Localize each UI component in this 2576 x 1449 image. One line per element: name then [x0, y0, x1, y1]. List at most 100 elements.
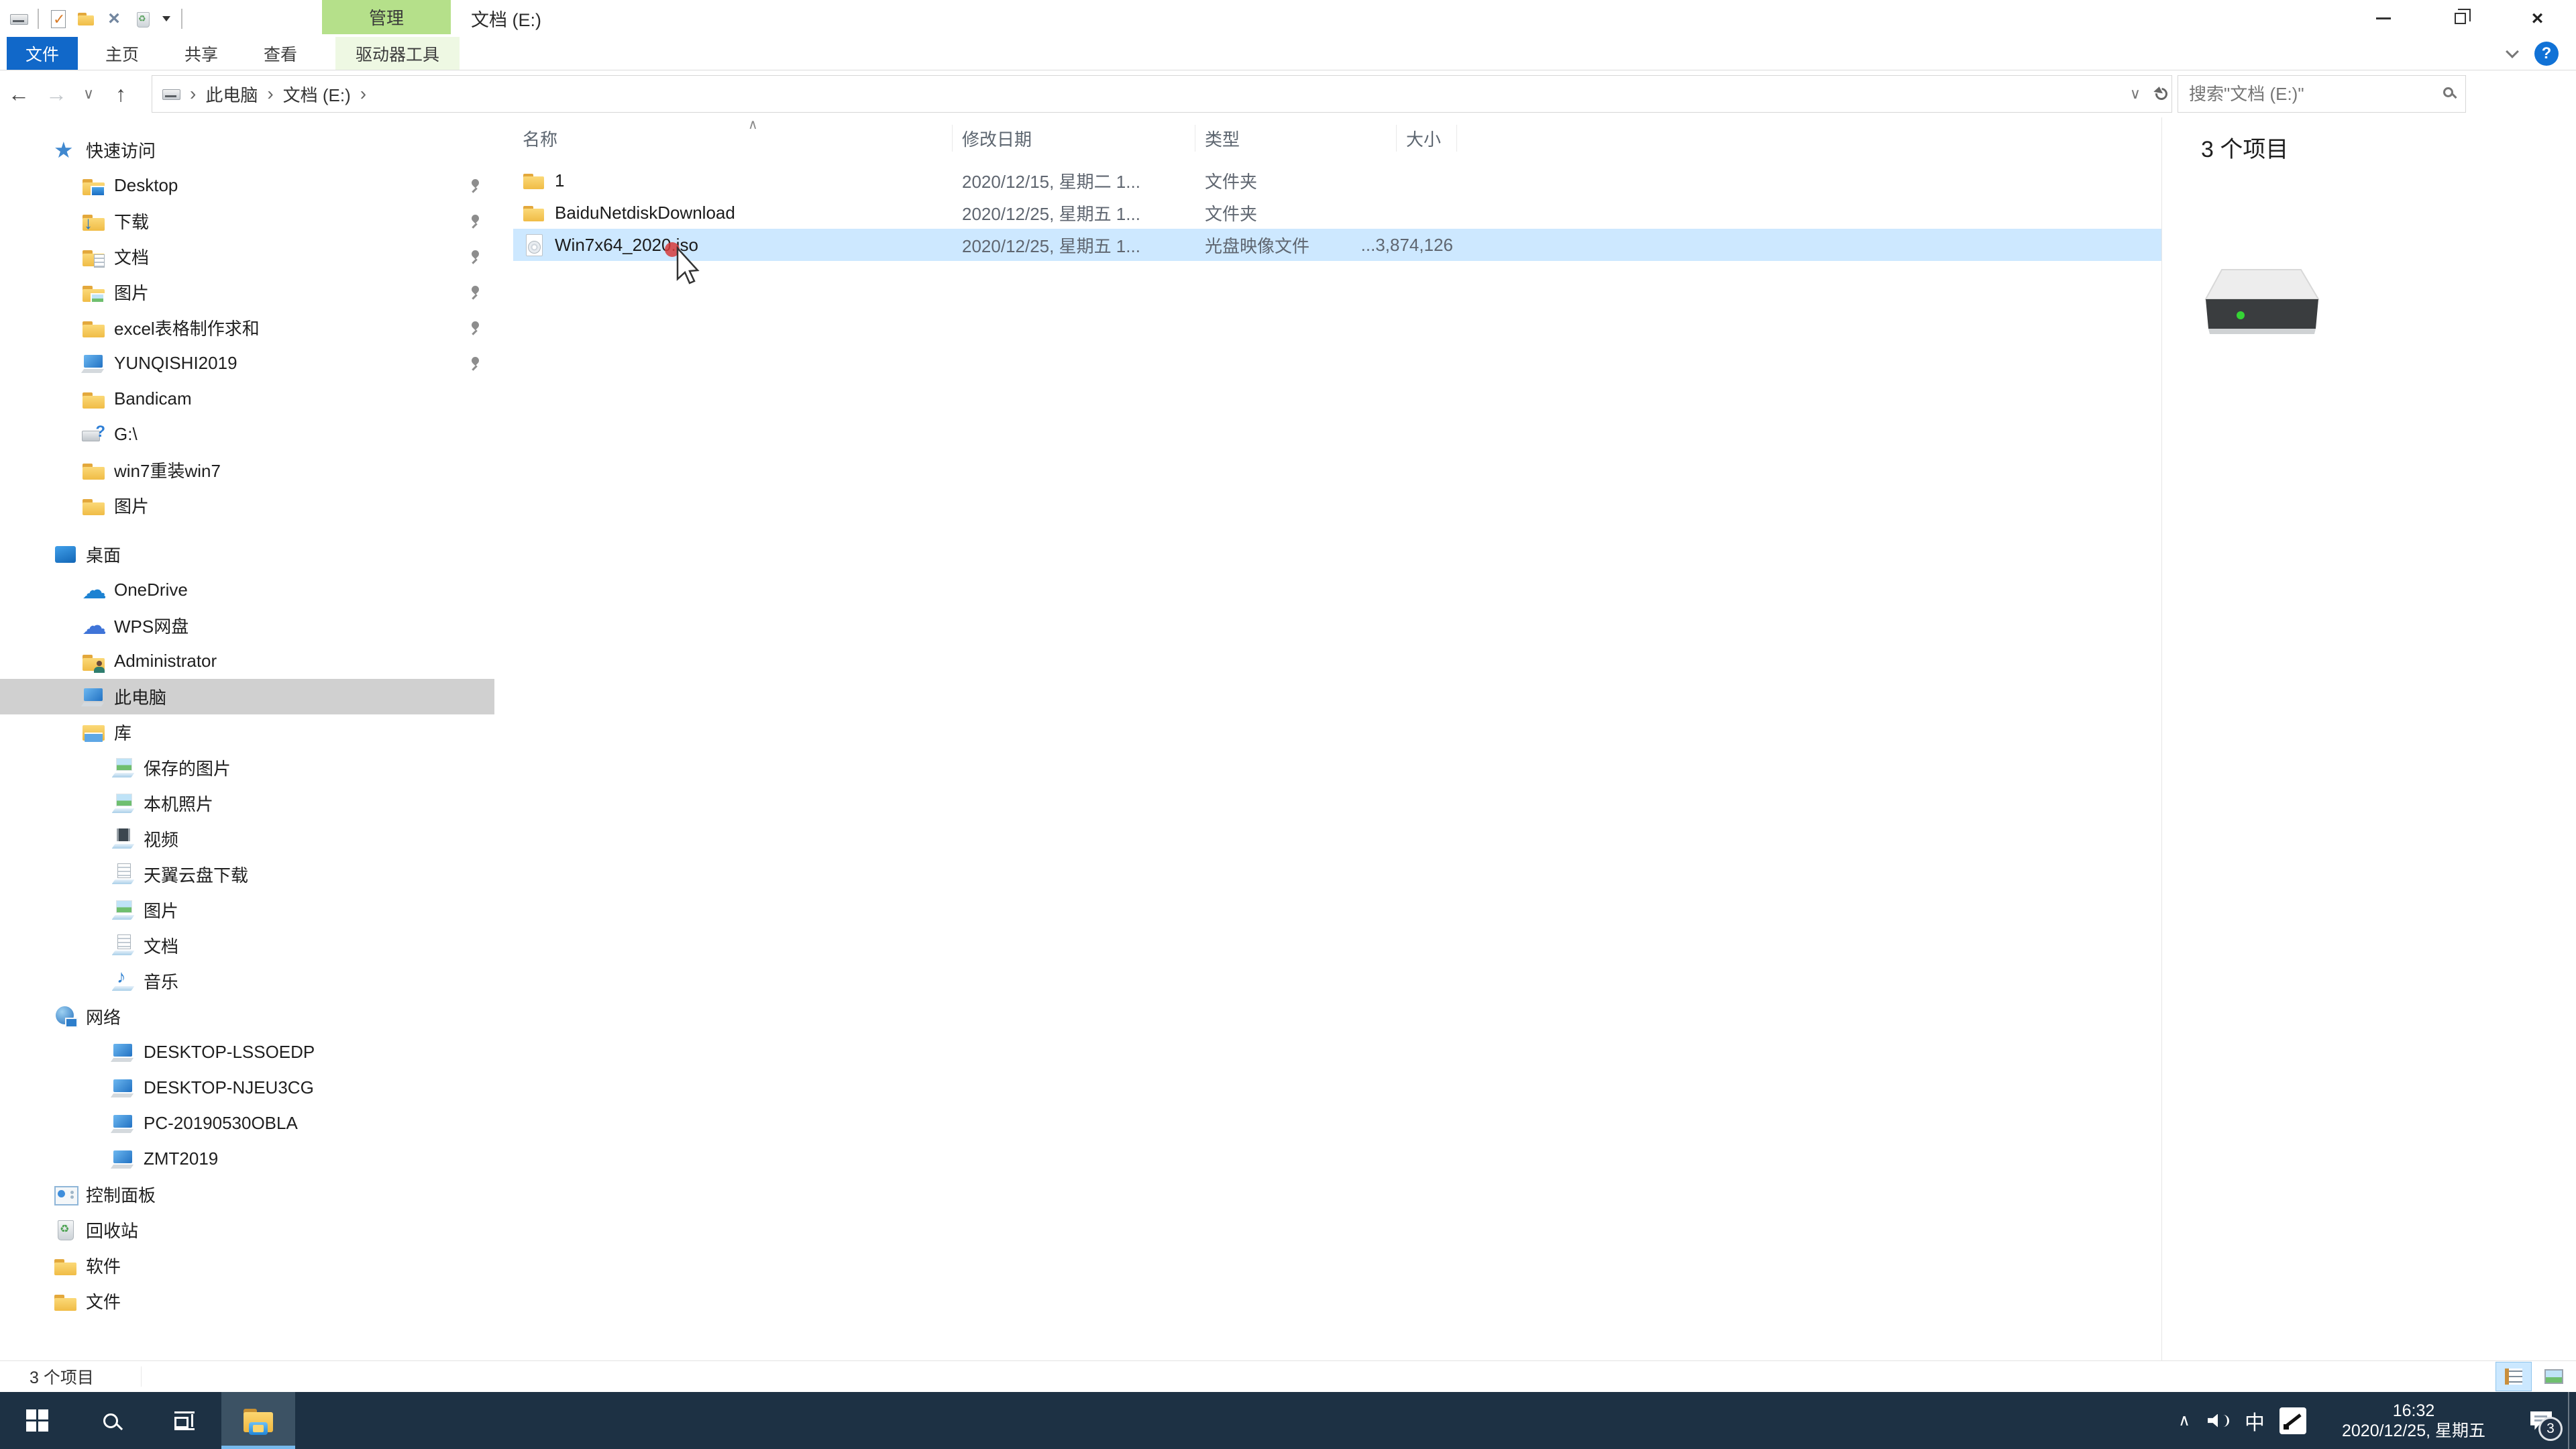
column-header-名称[interactable]: 名称 [513, 125, 953, 152]
table-row-BaiduNetdiskDownload[interactable]: BaiduNetdiskDownload 2020/12/25, 星期五 1...… [513, 197, 2161, 229]
sidebar-item-保存的图片[interactable]: 保存的图片 [0, 750, 494, 786]
breadcrumb: › 此电脑 › 文档 (E:) › [180, 82, 376, 107]
checkmark-document-icon[interactable] [48, 9, 67, 28]
sidebar-item-文件[interactable]: 文件 [0, 1283, 494, 1319]
file-name: 1 [555, 170, 565, 191]
details-view-button[interactable] [2496, 1362, 2532, 1391]
column-header-修改日期[interactable]: 修改日期 [953, 125, 1195, 152]
sidebar-item-win7重装win7[interactable]: win7重装win7 [0, 452, 494, 488]
sidebar-item-OneDrive[interactable]: OneDrive [0, 572, 494, 608]
sidebar-item-PC-20190530OBLA[interactable]: PC-20190530OBLA [0, 1106, 494, 1141]
sidebar-item-文档[interactable]: 文档 [0, 239, 494, 274]
new-folder-icon[interactable] [76, 9, 95, 28]
clock-date: 2020/12/25, 星期五 [2341, 1421, 2485, 1440]
delete-icon[interactable]: × [105, 7, 123, 30]
clock[interactable]: 16:32 2020/12/25, 星期五 [2313, 1392, 2514, 1449]
address-dropdown-icon[interactable]: ∨ [2130, 85, 2141, 103]
task-view-button[interactable] [148, 1392, 221, 1449]
sidebar-item-回收站[interactable]: 回收站 [0, 1212, 494, 1248]
table-row-Win7x64_2020.iso[interactable]: Win7x64_2020.iso 2020/12/25, 星期五 1... 光盘映像… [513, 229, 2161, 261]
sidebar-item-DESKTOP-LSSOEDP[interactable]: DESKTOP-LSSOEDP [0, 1034, 494, 1070]
sidebar-item-图片[interactable]: 图片 [0, 274, 494, 310]
window-title: 文档 (E:) [471, 10, 541, 30]
hidden-icons-button[interactable]: ∧ [2168, 1392, 2200, 1449]
folder-icon [82, 387, 106, 411]
tab-drive-tools[interactable]: 驱动器工具 [335, 37, 460, 70]
tab-查看[interactable]: 查看 [246, 37, 315, 70]
ime-language-indicator[interactable]: 中 [2237, 1392, 2273, 1449]
sidebar-item-YUNQISHI2019[interactable]: YUNQISHI2019 [0, 345, 494, 381]
sidebar-item-DESKTOP-NJEU3CG[interactable]: DESKTOP-NJEU3CG [0, 1070, 494, 1106]
desktop-icon [54, 543, 78, 567]
breadcrumb-item-此电脑[interactable]: 此电脑 [205, 82, 258, 107]
table-row-1[interactable]: 1 2020/12/15, 星期二 1... 文件夹 [513, 164, 2161, 197]
sidebar-item-label: 此电脑 [114, 688, 167, 708]
folder-desktop-overlay-icon [91, 185, 105, 197]
address-bar[interactable]: › 此电脑 › 文档 (E:) › ∨ [152, 75, 2172, 113]
sidebar-item-此电脑[interactable]: 此电脑 [0, 679, 494, 714]
sidebar-item-图片[interactable]: 图片 [0, 892, 494, 928]
sidebar-item-控制面板[interactable]: 控制面板 [0, 1177, 494, 1212]
file-date-cell: 2020/12/25, 星期五 1... [962, 235, 1140, 256]
tab-共享[interactable]: 共享 [166, 37, 236, 70]
search-icon[interactable] [2443, 87, 2453, 97]
lib-pic-icon [111, 898, 136, 922]
column-header-大小[interactable]: 大小 [1397, 125, 1457, 152]
sidebar-item-ZMT2019[interactable]: ZMT2019 [0, 1141, 494, 1177]
sidebar-item-G:\[interactable]: G:\ [0, 417, 494, 452]
sidebar-item-图片[interactable]: 图片 [0, 488, 494, 523]
taskbar-file-explorer-button[interactable] [221, 1392, 295, 1449]
folder-download-icon: ↓ [82, 209, 106, 233]
tab-file[interactable]: 文件 [7, 37, 78, 70]
sidebar-item-天翼云盘下载[interactable]: 天翼云盘下载 [0, 857, 494, 892]
recent-locations-icon[interactable]: ∨ [75, 85, 102, 103]
task-view-icon [174, 1411, 195, 1430]
sidebar-item-label: 本机照片 [144, 794, 214, 814]
volume-button[interactable] [2200, 1392, 2237, 1449]
recycle-bin-icon[interactable] [133, 9, 152, 28]
action-center-button[interactable]: 3 [2514, 1392, 2568, 1449]
thumbnail-view-button[interactable] [2536, 1362, 2572, 1391]
sidebar-item-本机照片[interactable]: 本机照片 [0, 786, 494, 821]
contextual-tab-manage[interactable]: 管理 [322, 0, 451, 34]
sidebar-item-下载[interactable]: ↓ 下载 [0, 203, 494, 239]
sidebar-item-库[interactable]: 库 [0, 714, 494, 750]
sidebar-item-excel表格制作求和[interactable]: excel表格制作求和 [0, 310, 494, 345]
pc-icon [82, 685, 106, 709]
collapse-ribbon-icon[interactable] [2506, 45, 2519, 58]
back-button[interactable]: ← [0, 82, 38, 107]
start-button[interactable] [0, 1392, 74, 1449]
ime-tool-button[interactable] [2273, 1392, 2313, 1449]
sidebar-item-音乐[interactable]: 音乐 [0, 963, 494, 999]
dropdown-icon[interactable] [161, 9, 172, 28]
refresh-icon[interactable] [2153, 85, 2170, 103]
tab-主页[interactable]: 主页 [87, 37, 157, 70]
help-icon[interactable]: ? [2534, 42, 2559, 66]
taskbar-search-button[interactable] [74, 1392, 148, 1449]
drive-icon[interactable] [9, 9, 28, 28]
sidebar-item-桌面[interactable]: 桌面 [0, 537, 494, 572]
pc-icon [111, 1147, 136, 1171]
forward-button[interactable]: → [38, 82, 75, 107]
sidebar-item-WPS网盘[interactable]: WPS网盘 [0, 608, 494, 643]
close-button[interactable]: × [2499, 0, 2576, 37]
sidebar-item-网络[interactable]: 网络 [0, 999, 494, 1034]
file-name-cell: 1 [513, 169, 953, 192]
show-desktop-button[interactable] [2568, 1392, 2576, 1449]
sidebar-item-快速访问[interactable]: 快速访问 [0, 132, 494, 168]
search-box[interactable] [2178, 75, 2466, 113]
sidebar-item-Bandicam[interactable]: Bandicam [0, 381, 494, 417]
sidebar-item-label: 视频 [144, 830, 179, 850]
sidebar-item-Desktop[interactable]: Desktop [0, 168, 494, 203]
search-input[interactable] [2178, 83, 2465, 105]
column-header-类型[interactable]: 类型 [1195, 125, 1397, 152]
sidebar-item-文档[interactable]: 文档 [0, 928, 494, 963]
sidebar-item-Administrator[interactable]: Administrator [0, 643, 494, 679]
minimize-button[interactable] [2345, 0, 2422, 37]
sidebar-item-视频[interactable]: 视频 [0, 821, 494, 857]
breadcrumb-item-文档 (E:)[interactable]: 文档 (E:) [283, 82, 351, 107]
restore-button[interactable] [2422, 0, 2499, 37]
sidebar-item-软件[interactable]: 软件 [0, 1248, 494, 1283]
up-button[interactable]: ↑ [102, 82, 140, 107]
sidebar-item-label: win7重装win7 [114, 461, 221, 481]
